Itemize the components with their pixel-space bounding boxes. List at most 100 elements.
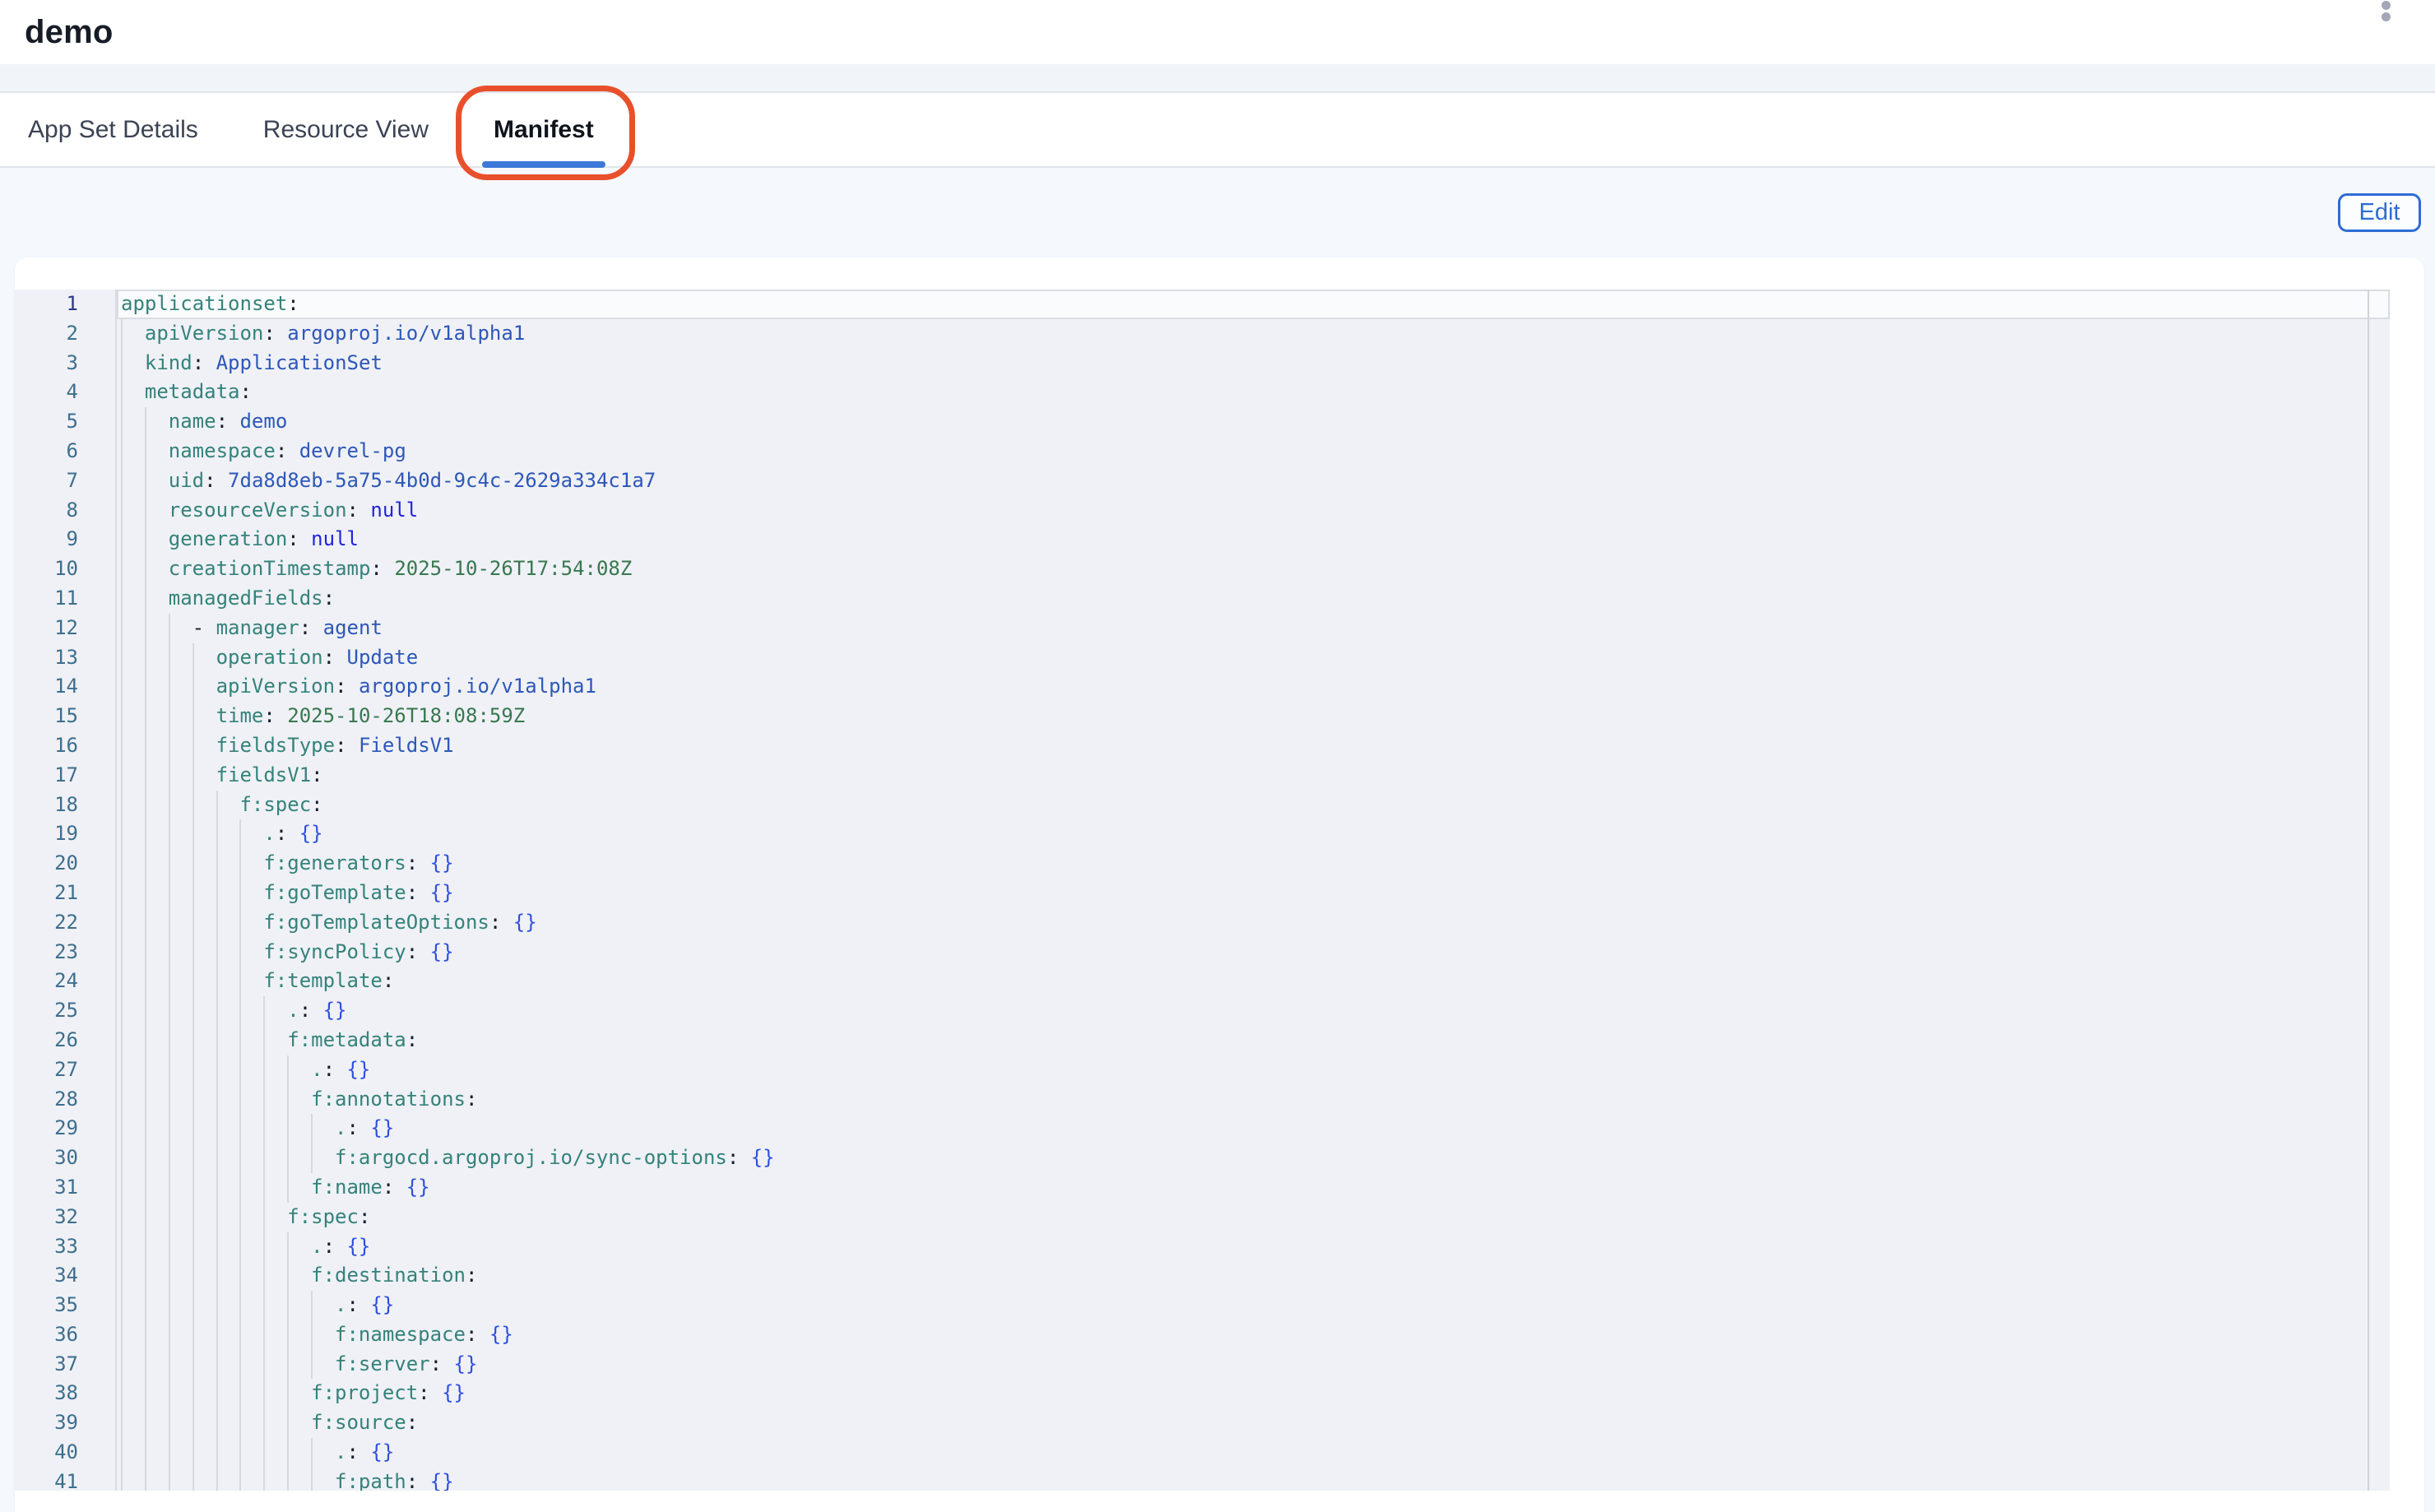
line-content: managedFields: bbox=[117, 584, 2390, 614]
manifest-card: 1applicationset:2apiVersion: argoproj.io… bbox=[15, 257, 2424, 1512]
tab-resource-view[interactable]: Resource View bbox=[263, 93, 429, 166]
line-content: time: 2025-10-26T18:08:59Z bbox=[117, 702, 2390, 731]
indent-guide bbox=[216, 1055, 240, 1085]
indent-guide bbox=[263, 1438, 287, 1468]
indent-guide bbox=[192, 1026, 216, 1055]
indent-guide bbox=[192, 1468, 216, 1491]
indent-guide bbox=[239, 1468, 263, 1491]
line-content: f:goTemplateOptions: {} bbox=[117, 908, 2390, 938]
indent-guide bbox=[145, 1085, 169, 1115]
indent-guide bbox=[145, 1291, 169, 1320]
indent-guide bbox=[145, 1143, 169, 1173]
indent-guide bbox=[145, 791, 169, 820]
indent-guide bbox=[169, 938, 192, 967]
indent-guide bbox=[192, 1408, 216, 1438]
indent-guide bbox=[145, 761, 169, 791]
indent-guide bbox=[263, 1085, 287, 1115]
code-line: 24f:template: bbox=[15, 967, 2390, 996]
indent-guide bbox=[169, 1026, 192, 1055]
line-content: f:name: {} bbox=[117, 1173, 2390, 1203]
indent-guide bbox=[239, 1261, 263, 1291]
indent-guide bbox=[145, 407, 169, 437]
indent-guide bbox=[192, 938, 216, 967]
code-line: 2apiVersion: argoproj.io/v1alpha1 bbox=[15, 319, 2390, 349]
indent-guide bbox=[216, 908, 240, 938]
indent-guide bbox=[239, 1143, 263, 1173]
indent-guide bbox=[263, 996, 287, 1026]
indent-guide bbox=[239, 996, 263, 1026]
indent-guide bbox=[145, 466, 169, 496]
indent-guide bbox=[263, 1143, 287, 1173]
indent-guide bbox=[311, 1468, 335, 1491]
indent-guide bbox=[239, 1085, 263, 1115]
line-number: 11 bbox=[15, 584, 117, 614]
indent-guide bbox=[287, 1055, 311, 1085]
indent-guide bbox=[263, 1350, 287, 1380]
indent-guide bbox=[192, 1143, 216, 1173]
indent-guide bbox=[169, 1173, 192, 1203]
line-number: 24 bbox=[15, 967, 117, 996]
indent-guide bbox=[121, 731, 145, 761]
code-line: 22f:goTemplateOptions: {} bbox=[15, 908, 2390, 938]
indent-guide bbox=[169, 1114, 192, 1143]
line-content: f:project: {} bbox=[117, 1379, 2390, 1408]
indent-guide bbox=[121, 349, 145, 378]
indent-guide bbox=[263, 1408, 287, 1438]
line-number: 16 bbox=[15, 731, 117, 761]
indent-guide bbox=[239, 879, 263, 908]
indent-guide bbox=[121, 996, 145, 1026]
indent-guide bbox=[121, 554, 145, 584]
editor-scrollbar[interactable] bbox=[2368, 290, 2390, 1491]
indent-guide bbox=[145, 938, 169, 967]
indent-guide bbox=[239, 1379, 263, 1408]
indent-guide bbox=[287, 1468, 311, 1491]
tab-manifest[interactable]: Manifest bbox=[494, 93, 594, 166]
code-line: 20f:generators: {} bbox=[15, 849, 2390, 879]
indent-guide bbox=[311, 1114, 335, 1143]
code-line: 8resourceVersion: null bbox=[15, 496, 2390, 526]
indent-guide bbox=[145, 1055, 169, 1085]
code-line: 19.: {} bbox=[15, 819, 2390, 849]
indent-guide bbox=[121, 819, 145, 849]
indent-guide bbox=[287, 1350, 311, 1380]
line-content: f:path: {} bbox=[117, 1468, 2390, 1491]
indent-guide bbox=[216, 1085, 240, 1115]
tab-app-set-details[interactable]: App Set Details bbox=[28, 93, 198, 166]
indent-guide bbox=[169, 908, 192, 938]
code-line: 41f:path: {} bbox=[15, 1468, 2390, 1491]
indent-guide bbox=[121, 791, 145, 820]
indent-guide bbox=[287, 1143, 311, 1173]
line-content: - manager: agent bbox=[117, 614, 2390, 643]
kebab-menu-icon[interactable] bbox=[2379, 1, 2392, 26]
indent-guide bbox=[145, 996, 169, 1026]
line-content: applicationset: bbox=[117, 290, 2390, 319]
edit-button[interactable]: Edit bbox=[2338, 193, 2421, 232]
line-number: 38 bbox=[15, 1379, 117, 1408]
line-number: 41 bbox=[15, 1468, 117, 1491]
indent-guide bbox=[121, 761, 145, 791]
indent-guide bbox=[121, 1232, 145, 1262]
code-line: 33.: {} bbox=[15, 1232, 2390, 1262]
indent-guide bbox=[263, 1232, 287, 1262]
indent-guide bbox=[239, 1173, 263, 1203]
yaml-editor[interactable]: 1applicationset:2apiVersion: argoproj.io… bbox=[15, 290, 2390, 1491]
line-content: .: {} bbox=[117, 1291, 2390, 1320]
line-number: 20 bbox=[15, 849, 117, 879]
line-number: 40 bbox=[15, 1438, 117, 1468]
line-content: metadata: bbox=[117, 378, 2390, 407]
indent-guide bbox=[169, 1408, 192, 1438]
line-content: f:goTemplate: {} bbox=[117, 879, 2390, 908]
indent-guide bbox=[192, 1085, 216, 1115]
page-header: demo bbox=[0, 0, 2435, 64]
indent-guide bbox=[121, 584, 145, 614]
line-content: f:spec: bbox=[117, 791, 2390, 820]
indent-guide bbox=[216, 1379, 240, 1408]
indent-guide bbox=[192, 791, 216, 820]
indent-guide bbox=[169, 731, 192, 761]
active-tab-underline bbox=[482, 161, 605, 168]
line-content: .: {} bbox=[117, 819, 2390, 849]
line-content: .: {} bbox=[117, 1232, 2390, 1262]
tab-label: Resource View bbox=[263, 116, 429, 144]
indent-guide bbox=[145, 967, 169, 996]
indent-guide bbox=[121, 407, 145, 437]
